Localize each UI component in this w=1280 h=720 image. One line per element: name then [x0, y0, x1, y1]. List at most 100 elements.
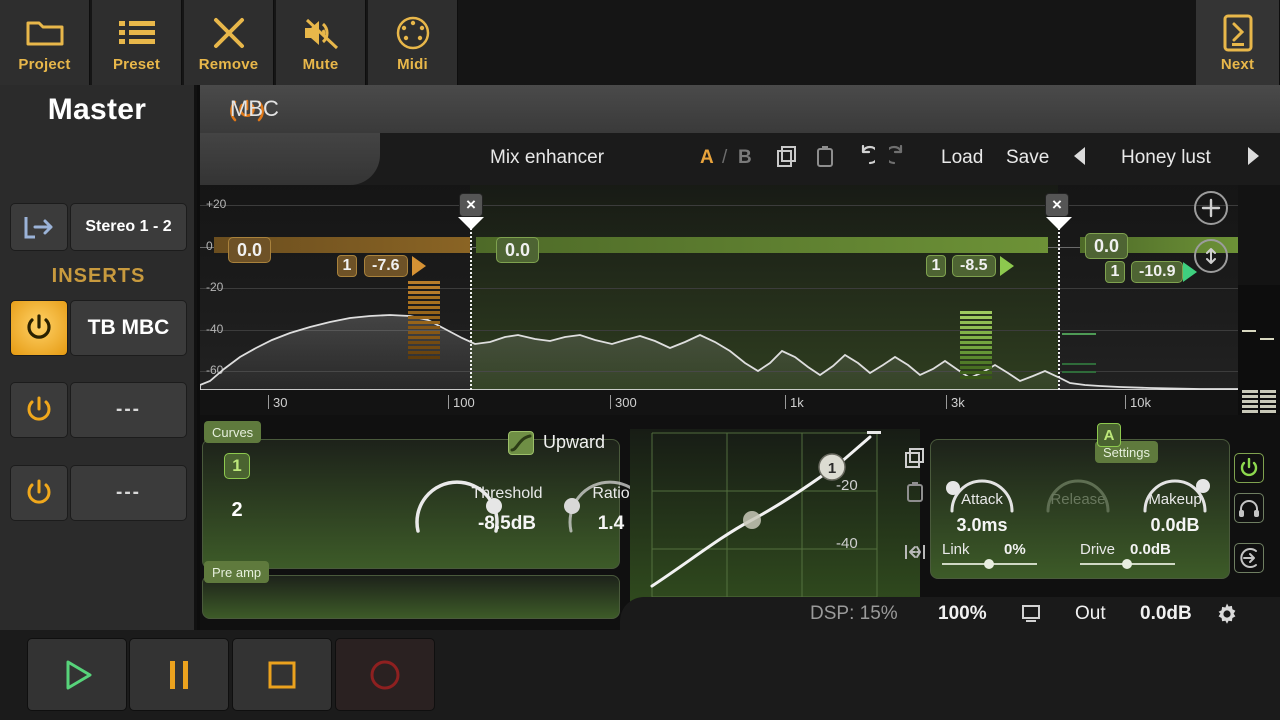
next-arrow-icon[interactable]: [1243, 145, 1269, 171]
midi-din-icon: [392, 13, 434, 53]
gear-icon[interactable]: [1215, 602, 1239, 631]
insert-slot-1[interactable]: TB MBC: [10, 300, 187, 356]
copy-curve-icon[interactable]: [900, 443, 930, 473]
crossover-handle-1[interactable]: [458, 217, 484, 230]
crossover-line-1[interactable]: [470, 213, 472, 390]
insert-slot-2[interactable]: ---: [10, 382, 187, 438]
zoom-level[interactable]: 100%: [938, 603, 987, 625]
remove-button[interactable]: Remove: [184, 0, 274, 85]
up-down-toggle-icon[interactable]: [1194, 239, 1228, 273]
band-gain-pill-3[interactable]: 0.0: [1085, 233, 1128, 259]
crossover-close-1[interactable]: ×: [459, 193, 483, 217]
insert-name-1[interactable]: TB MBC: [70, 300, 187, 356]
drive-settings-thumb[interactable]: [1122, 559, 1132, 569]
ab-state-a[interactable]: A: [700, 147, 714, 169]
insert-name-3[interactable]: ---: [70, 465, 187, 521]
band-index-3[interactable]: 1: [1105, 261, 1125, 283]
upward-checkbox[interactable]: [508, 431, 534, 455]
preset-button[interactable]: Preset: [92, 0, 182, 85]
band-gain-pill-1[interactable]: 0.0: [228, 237, 271, 263]
save-button[interactable]: Save: [1006, 147, 1049, 169]
next-button[interactable]: Next: [1196, 0, 1280, 85]
release-knob[interactable]: [1038, 461, 1118, 518]
copy-icon[interactable]: [775, 145, 801, 171]
ab-state-b[interactable]: B: [738, 147, 752, 169]
curves-tab[interactable]: Curves: [204, 421, 261, 443]
band-arrow-3[interactable]: [1183, 262, 1197, 282]
pause-button[interactable]: [129, 638, 229, 711]
next-screen-icon: [1217, 13, 1259, 53]
mute-button[interactable]: Mute: [276, 0, 366, 85]
band-arrow-1[interactable]: [412, 256, 426, 276]
spectrum-plot[interactable]: +20 0 -20 -40 -60: [200, 185, 1238, 415]
curve-band-1-selector[interactable]: 1: [224, 453, 250, 479]
band-gain-bar-2[interactable]: [476, 237, 1048, 253]
attack-value: 3.0ms: [928, 515, 1036, 536]
band-arrow-2[interactable]: [1000, 256, 1014, 276]
freq-label-3k: 3k: [946, 395, 965, 409]
preset-name[interactable]: Honey lust: [1121, 147, 1211, 169]
band-gain-pill-2[interactable]: 0.0: [496, 237, 539, 263]
toolbar-spacer: [460, 0, 1196, 85]
curve-band-2-selector[interactable]: 2: [224, 499, 250, 522]
redo-icon[interactable]: [889, 145, 915, 171]
band-reduction-3[interactable]: -10.9: [1131, 261, 1183, 283]
output-arrow-icon[interactable]: [10, 203, 68, 251]
prev-arrow-icon[interactable]: [1070, 145, 1096, 171]
close-x-icon: [208, 13, 250, 53]
routing-row[interactable]: Stereo 1 - 2: [10, 203, 187, 251]
play-icon: [57, 655, 97, 695]
add-band-icon[interactable]: [1194, 191, 1228, 225]
meter-column-right: [1260, 390, 1276, 415]
band-index-2[interactable]: 1: [926, 255, 946, 277]
insert-slot-3[interactable]: ---: [10, 465, 187, 521]
midi-button[interactable]: Midi: [368, 0, 458, 85]
power-icon[interactable]: [1234, 453, 1264, 483]
transfer-curve-graph[interactable]: 1 -20 -40 -60 -40: [630, 429, 920, 624]
insert-name-2[interactable]: ---: [70, 382, 187, 438]
upward-label: Upward: [543, 432, 605, 453]
stop-button[interactable]: [232, 638, 332, 711]
out-value[interactable]: 0.0dB: [1140, 603, 1192, 625]
meter-column-left: [1242, 390, 1258, 415]
sidechain-input-icon[interactable]: [1234, 543, 1264, 573]
project-button[interactable]: Project: [0, 0, 90, 85]
left-sidebar: Master Stereo 1 - 2 INSERTS TB MBC: [0, 85, 197, 630]
headphones-icon[interactable]: [1234, 493, 1264, 523]
paste-curve-icon[interactable]: [900, 477, 930, 507]
insert-power-icon-3[interactable]: [10, 465, 68, 521]
undo-icon[interactable]: [851, 145, 877, 171]
drive-settings-value: 0.0dB: [1130, 541, 1171, 558]
plugin-tab[interactable]: [200, 133, 380, 185]
remove-label: Remove: [199, 56, 259, 73]
transfer-curve-plot[interactable]: 1: [630, 429, 920, 624]
spectrum-display[interactable]: +20 0 -20 -40 -60: [200, 185, 1280, 415]
crossover-line-2[interactable]: [1058, 213, 1060, 390]
insert-power-icon-2[interactable]: [10, 382, 68, 438]
band-reduction-1[interactable]: -7.6: [364, 255, 408, 277]
crossover-close-2[interactable]: ×: [1045, 193, 1069, 217]
band-index-1[interactable]: 1: [337, 255, 357, 277]
collapse-icon[interactable]: [900, 537, 930, 567]
band-reduction-bars-2: [960, 311, 992, 381]
ab-separator: /: [722, 147, 727, 169]
paste-icon[interactable]: [813, 145, 839, 171]
routing-name[interactable]: Stereo 1 - 2: [70, 203, 187, 251]
band-reduction-2[interactable]: -8.5: [952, 255, 996, 277]
play-button[interactable]: [27, 638, 127, 711]
screen-icon[interactable]: [1020, 604, 1042, 629]
crossover-handle-2[interactable]: [1046, 217, 1072, 230]
insert-power-icon-1[interactable]: [10, 300, 68, 356]
load-button[interactable]: Load: [941, 147, 983, 169]
transfer-ylabel-m20: -20: [836, 477, 858, 494]
speaker-mute-icon: [300, 13, 342, 53]
record-button[interactable]: [335, 638, 435, 711]
project-label: Project: [18, 56, 70, 73]
svg-text:1: 1: [828, 460, 836, 477]
makeup-knob[interactable]: [1135, 461, 1215, 518]
link-thumb[interactable]: [984, 559, 994, 569]
pause-icon: [161, 655, 197, 695]
settings-mode-badge[interactable]: A: [1097, 423, 1121, 447]
preamp-tab[interactable]: Pre amp: [204, 561, 269, 583]
attack-knob[interactable]: [942, 461, 1022, 518]
